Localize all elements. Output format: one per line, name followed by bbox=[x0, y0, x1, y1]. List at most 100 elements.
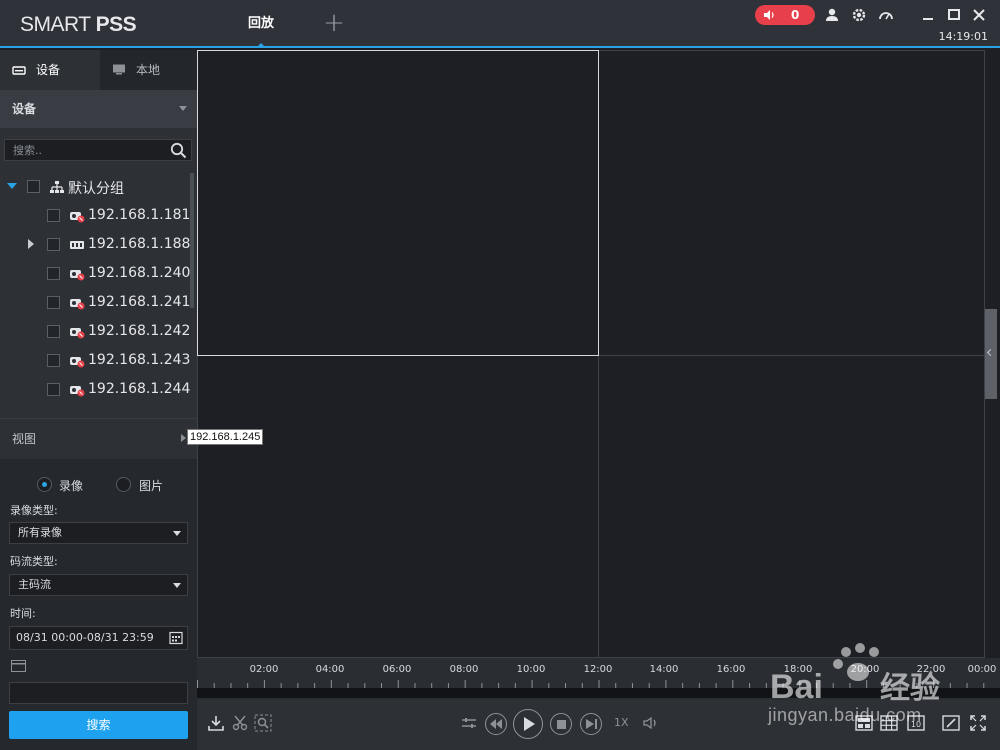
device-checkbox[interactable] bbox=[47, 383, 60, 396]
offline-camera-icon bbox=[70, 357, 85, 368]
smart-search-icon[interactable] bbox=[254, 714, 272, 732]
device-checkbox[interactable] bbox=[47, 354, 60, 367]
collapse-panel-handle[interactable] bbox=[985, 309, 997, 399]
timeline-track[interactable] bbox=[197, 688, 1000, 698]
clock: 14:19:01 bbox=[938, 30, 988, 43]
timeline-label: 12:00 bbox=[583, 664, 613, 675]
chevron-down-icon bbox=[179, 106, 187, 111]
maximize-icon[interactable] bbox=[945, 6, 963, 24]
search-button[interactable]: 搜索 bbox=[9, 711, 188, 739]
sync-play-icon[interactable] bbox=[460, 714, 478, 732]
record-type-select[interactable]: 所有录像 bbox=[9, 522, 188, 544]
timeline-label: 22:00 bbox=[916, 664, 946, 675]
view-section-header[interactable]: 视图 bbox=[0, 418, 197, 458]
clip-scissors-icon[interactable] bbox=[231, 714, 249, 732]
next-frame-icon bbox=[586, 719, 597, 729]
speaker-icon bbox=[764, 10, 774, 20]
playback-search-panel: 录像 图片 录像类型: 所有录像 码流类型: 主码流 时间: 08/31 00:… bbox=[0, 459, 197, 750]
tree-device-row[interactable]: 192.168.1.243 bbox=[0, 347, 190, 376]
device-checkbox[interactable] bbox=[47, 325, 60, 338]
card-number-input[interactable] bbox=[9, 682, 188, 704]
video-window-2[interactable] bbox=[598, 50, 985, 356]
performance-gauge-icon[interactable] bbox=[877, 6, 895, 24]
device-checkbox[interactable] bbox=[47, 238, 60, 251]
stop-button[interactable] bbox=[550, 713, 572, 735]
radio-picture[interactable] bbox=[116, 477, 131, 492]
chevron-right-icon bbox=[181, 434, 186, 442]
radio-video[interactable] bbox=[37, 477, 52, 492]
device-checkbox[interactable] bbox=[47, 296, 60, 309]
gear-icon[interactable] bbox=[850, 6, 868, 24]
timeline-ticks bbox=[197, 680, 985, 688]
offline-camera-icon bbox=[70, 386, 85, 397]
rewind-button[interactable] bbox=[485, 713, 507, 735]
search-input[interactable] bbox=[13, 142, 163, 158]
search-icon[interactable] bbox=[170, 142, 187, 159]
tab-playback[interactable]: 回放 bbox=[232, 0, 290, 48]
device-section-header[interactable]: 设备 bbox=[0, 90, 197, 128]
device-checkbox[interactable] bbox=[47, 267, 60, 280]
alarm-count: 0 bbox=[791, 8, 800, 22]
expand-arrow-icon[interactable] bbox=[28, 239, 34, 249]
tree-device-row[interactable]: 192.168.1.240 bbox=[0, 260, 190, 289]
edit-icon[interactable] bbox=[942, 714, 960, 732]
dropdown-arrow-icon bbox=[173, 583, 181, 588]
tree-device-row[interactable]: 192.168.1.241 bbox=[0, 289, 190, 318]
tree-device-row[interactable]: 192.168.1.242 bbox=[0, 318, 190, 347]
app-logo: SMART PSS bbox=[20, 13, 137, 36]
tree-device-row[interactable]: 192.168.1.188 bbox=[0, 231, 190, 260]
alarm-badge[interactable]: 0 bbox=[755, 5, 815, 25]
video-grid bbox=[197, 50, 985, 658]
timeline-label: 18:00 bbox=[783, 664, 813, 675]
group-checkbox[interactable] bbox=[27, 180, 40, 193]
video-window-1[interactable] bbox=[197, 50, 599, 356]
tree-device-row[interactable]: 192.168.1.181 bbox=[0, 202, 190, 231]
offline-camera-icon bbox=[70, 270, 85, 281]
device-checkbox[interactable] bbox=[47, 209, 60, 222]
timeline-label: 10:00 bbox=[516, 664, 546, 675]
expand-arrow-icon[interactable] bbox=[7, 183, 17, 189]
timeline-label: 00:00 bbox=[967, 664, 997, 675]
offline-camera-icon bbox=[70, 212, 85, 223]
tab-device[interactable]: 设备 bbox=[0, 50, 100, 90]
fullscreen-icon[interactable] bbox=[969, 714, 987, 732]
timeline-label: 08:00 bbox=[449, 664, 479, 675]
video-window-3[interactable] bbox=[197, 355, 599, 658]
device-search bbox=[4, 139, 192, 161]
volume-icon[interactable] bbox=[642, 714, 660, 732]
calendar-icon[interactable] bbox=[169, 631, 183, 645]
minimize-icon[interactable] bbox=[919, 6, 937, 24]
dropdown-arrow-icon bbox=[173, 531, 181, 536]
tree-scrollbar[interactable] bbox=[190, 173, 194, 308]
time-label: 时间: bbox=[10, 607, 36, 620]
timeline-label: 06:00 bbox=[382, 664, 412, 675]
next-frame-button[interactable] bbox=[580, 713, 602, 735]
tab-local[interactable]: 本地 bbox=[100, 50, 197, 90]
stream-type-select[interactable]: 主码流 bbox=[9, 574, 188, 596]
card-icon[interactable] bbox=[11, 660, 26, 672]
tree-group-default[interactable]: 默认分组 bbox=[0, 173, 190, 202]
timeline-label: 14:00 bbox=[649, 664, 679, 675]
timeline-label: 02:00 bbox=[249, 664, 279, 675]
timeline[interactable]: 02:00 04:00 06:00 08:00 10:00 12:00 14:0… bbox=[197, 658, 1000, 700]
smart-pss-window: SMART PSS 回放 + 0 14:19:01 设备 本地 设备 搜索.. … bbox=[0, 0, 1000, 750]
add-tab-icon[interactable]: + bbox=[322, 10, 346, 36]
group-label: 默认分组 bbox=[68, 181, 124, 197]
left-panel: 设备 本地 设备 默认分组 192.1 bbox=[0, 50, 197, 750]
playback-speed[interactable]: 1X bbox=[614, 716, 629, 729]
monitor-icon bbox=[113, 64, 125, 75]
record-type-label: 录像类型: bbox=[10, 504, 58, 517]
play-button[interactable] bbox=[513, 709, 543, 739]
stop-icon bbox=[557, 720, 566, 729]
tree-device-row[interactable]: 192.168.1.244 bbox=[0, 376, 190, 405]
video-window-4[interactable] bbox=[598, 355, 985, 658]
nvr-device-icon bbox=[70, 241, 84, 249]
download-icon[interactable] bbox=[207, 714, 225, 732]
offline-camera-icon bbox=[70, 328, 85, 339]
time-range-field[interactable]: 08/31 00:00-08/31 23:59 bbox=[9, 626, 188, 650]
stream-type-label: 码流类型: bbox=[10, 555, 58, 568]
close-icon[interactable] bbox=[970, 6, 988, 24]
user-icon[interactable] bbox=[823, 6, 841, 24]
offline-camera-icon bbox=[70, 299, 85, 310]
rewind-icon bbox=[490, 719, 502, 729]
